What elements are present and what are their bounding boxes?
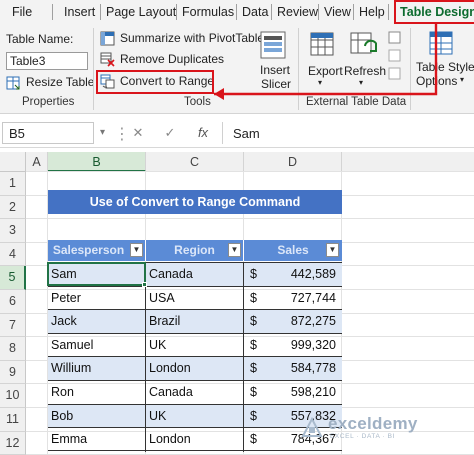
cell-sales[interactable]: $584,778: [244, 357, 342, 381]
table-row: Emma London $784,367: [48, 427, 342, 452]
currency-symbol: $: [250, 290, 257, 305]
cell-region[interactable]: London: [146, 428, 244, 452]
table-header-sales[interactable]: Sales ▼: [244, 240, 342, 261]
header-sales-label: Sales: [277, 243, 309, 257]
sales-value: 999,320: [290, 337, 336, 352]
column-header-d[interactable]: D: [244, 152, 342, 172]
column-header-b[interactable]: B: [48, 152, 146, 172]
formula-bar: ▾ ⋮ ✕ ✓ fx: [0, 118, 474, 148]
cell-sales[interactable]: $442,589: [244, 263, 342, 287]
cell-region[interactable]: Canada: [146, 263, 244, 287]
header-region-label: Region: [174, 243, 215, 257]
column-header-c[interactable]: C: [146, 152, 244, 172]
confirm-entry-icon[interactable]: ✓: [160, 123, 180, 143]
cell-region[interactable]: UK: [146, 404, 244, 429]
row-header-11[interactable]: 11: [0, 408, 26, 432]
table-row: Bob UK $557,832: [48, 403, 342, 429]
cell-salesperson[interactable]: Samuel: [48, 333, 146, 358]
table-header-region[interactable]: Region ▼: [146, 240, 244, 261]
watermark-name: exceldemy: [328, 414, 418, 433]
name-box[interactable]: [2, 122, 94, 144]
cell-salesperson[interactable]: Emma: [48, 428, 146, 452]
sales-value: 442,589: [290, 267, 336, 281]
cell-salesperson[interactable]: Jack: [48, 310, 146, 334]
row-header-7[interactable]: 7: [0, 313, 26, 338]
cell-sales[interactable]: $872,275: [244, 310, 342, 334]
exceldemy-logo-icon: [301, 416, 323, 437]
row-header-12[interactable]: 12: [0, 431, 26, 455]
row-header-9[interactable]: 9: [0, 360, 26, 385]
formula-input[interactable]: [222, 122, 472, 144]
namebox-dropdown-icon[interactable]: ▾: [100, 127, 105, 138]
gridline: [26, 218, 474, 220]
row-header-3[interactable]: 3: [0, 219, 26, 243]
table-row: Jack Brazil $872,275: [48, 309, 342, 334]
active-cell-selection: [47, 262, 146, 286]
watermark-tagline: EXCEL · DATA · BI: [330, 433, 395, 440]
header-salesperson-label: Salesperson: [52, 243, 125, 257]
cell-salesperson[interactable]: Willium: [48, 357, 146, 381]
fill-handle[interactable]: [142, 282, 147, 287]
table-row: Peter USA $727,744: [48, 285, 342, 311]
sales-value: 584,778: [290, 361, 336, 376]
cell-region[interactable]: Canada: [146, 381, 244, 405]
gridline: [26, 171, 474, 172]
table-header-salesperson[interactable]: Salesperson ▼: [48, 240, 146, 261]
annotation-arrow: [214, 24, 438, 100]
filter-dropdown-icon[interactable]: ▼: [326, 243, 339, 257]
row-header-6[interactable]: 6: [0, 290, 26, 314]
table-title-cell[interactable]: Use of Convert to Range Command: [48, 190, 342, 214]
filter-dropdown-icon[interactable]: ▼: [130, 243, 143, 257]
sales-value: 727,744: [290, 290, 336, 305]
cell-region[interactable]: UK: [146, 333, 244, 358]
cell-sales[interactable]: $999,320: [244, 334, 342, 358]
row-header-1[interactable]: 1: [0, 172, 26, 196]
cell-sales[interactable]: $727,744: [244, 287, 342, 311]
table-row: Ron Canada $598,210: [48, 380, 342, 405]
cell-salesperson[interactable]: Peter: [48, 286, 146, 311]
insert-function-icon[interactable]: fx: [192, 123, 214, 143]
cell-region[interactable]: USA: [146, 286, 244, 311]
currency-symbol: $: [250, 337, 257, 352]
filter-dropdown-icon[interactable]: ▼: [228, 243, 241, 257]
cell-salesperson[interactable]: Bob: [48, 404, 146, 429]
currency-symbol: $: [250, 314, 257, 329]
column-header-blank: [342, 152, 474, 172]
row-header-10[interactable]: 10: [0, 384, 26, 408]
sales-value: 598,210: [290, 385, 336, 399]
cell-region[interactable]: London: [146, 357, 244, 381]
table-row: Samuel UK $999,320: [48, 332, 342, 358]
currency-symbol: $: [250, 385, 257, 399]
row-header-8[interactable]: 8: [0, 337, 26, 361]
row-header-2[interactable]: 2: [0, 195, 26, 220]
currency-symbol: $: [250, 408, 257, 423]
row-header-4[interactable]: 4: [0, 242, 26, 267]
cell-region[interactable]: Brazil: [146, 310, 244, 334]
currency-symbol: $: [250, 432, 257, 447]
sales-value: 872,275: [290, 314, 336, 329]
table-row: Willium London $584,778: [48, 356, 342, 381]
cell-salesperson[interactable]: Ron: [48, 381, 146, 405]
select-all-corner[interactable]: [0, 152, 26, 172]
column-header-a[interactable]: A: [26, 152, 48, 172]
row-header-5[interactable]: 5: [0, 266, 26, 290]
cell-sales[interactable]: $598,210: [244, 381, 342, 405]
currency-symbol: $: [250, 267, 257, 281]
currency-symbol: $: [250, 361, 257, 376]
cancel-entry-icon[interactable]: ✕: [128, 123, 148, 143]
